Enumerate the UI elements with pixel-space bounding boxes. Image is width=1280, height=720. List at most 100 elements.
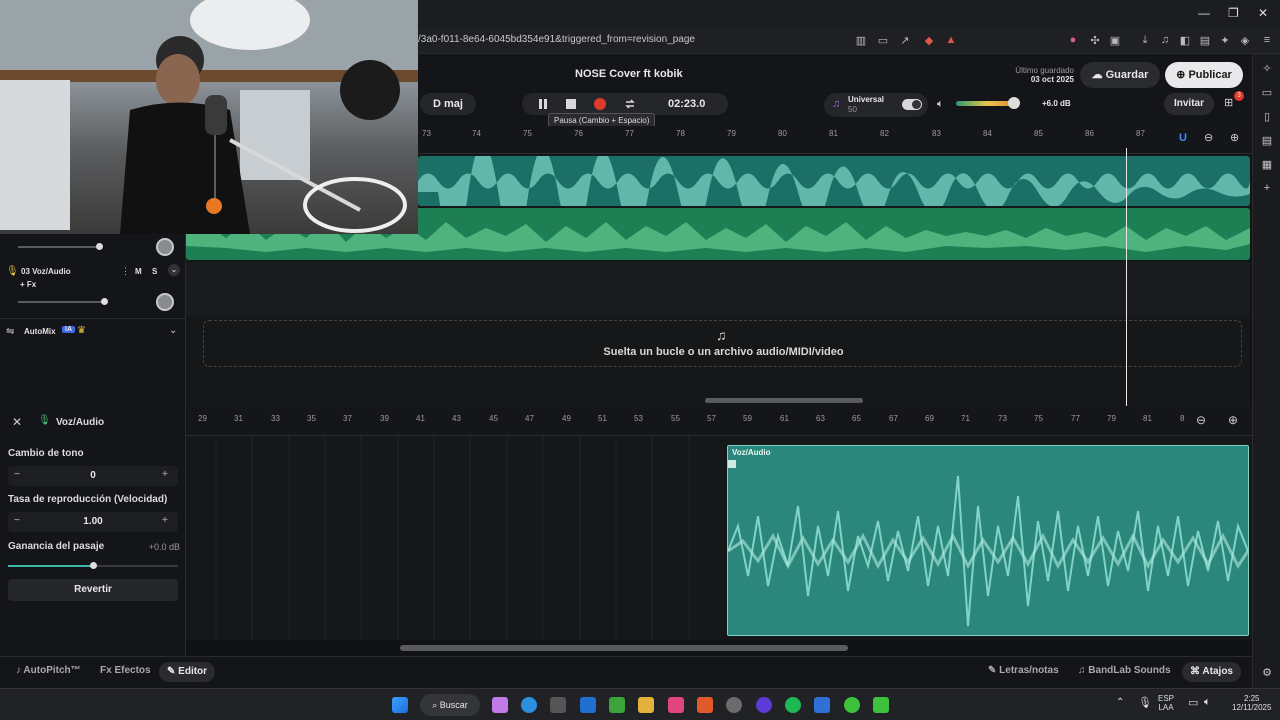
- leo-icon[interactable]: ✦: [1218, 34, 1232, 48]
- chrome-icon[interactable]: [726, 697, 742, 713]
- chevron-down-icon[interactable]: ⌄: [168, 264, 180, 276]
- plus-icon[interactable]: +: [162, 515, 168, 526]
- puzzle-icon[interactable]: ✣: [1088, 34, 1102, 48]
- magnet-icon[interactable]: U: [1179, 132, 1187, 144]
- brave-icon[interactable]: [697, 697, 713, 713]
- lyrics-tab[interactable]: ✎ Letras/notas: [988, 665, 1059, 676]
- playlist-icon[interactable]: ▤: [1260, 134, 1274, 148]
- widgets-icon[interactable]: [492, 697, 508, 713]
- chat-icon[interactable]: ▭: [1260, 86, 1274, 100]
- language-indicator[interactable]: ESP LAA: [1158, 694, 1174, 712]
- gain-slider[interactable]: [8, 562, 178, 569]
- close-window-icon[interactable]: ✕: [1258, 6, 1268, 20]
- solo-button[interactable]: S: [152, 267, 157, 276]
- settings-icon[interactable]: ⚙: [1260, 666, 1274, 680]
- timeline-scrollbar[interactable]: [705, 398, 863, 403]
- tray-chevron-icon[interactable]: ⌃: [1116, 697, 1124, 708]
- pitch-value[interactable]: 0: [8, 470, 178, 481]
- volume-slider-track2[interactable]: [18, 243, 103, 250]
- publish-button[interactable]: ⊕ Publicar: [1165, 62, 1243, 88]
- discord-like-icon[interactable]: [756, 697, 772, 713]
- zoom-out-icon[interactable]: ⊖: [1204, 131, 1213, 144]
- reading-list-icon[interactable]: ▦: [1260, 158, 1274, 172]
- record-icon[interactable]: [593, 97, 607, 111]
- gift-icon[interactable]: ⊞: [1224, 96, 1233, 109]
- extension-icon[interactable]: ●: [1066, 34, 1080, 48]
- maximize-icon[interactable]: ❐: [1228, 6, 1239, 20]
- universal-toggle[interactable]: [902, 99, 922, 110]
- master-volume-slider[interactable]: [956, 97, 1020, 109]
- rate-stepper[interactable]: − 1.00 +: [8, 512, 178, 532]
- address-bar[interactable]: /3a0-f011-8e64-6045bd354e91&triggered_fr…: [418, 28, 1280, 54]
- shortcuts-tab[interactable]: ⌘ Atajos: [1182, 662, 1241, 682]
- add-fx-button[interactable]: + Fx: [20, 280, 36, 289]
- taskbar-search[interactable]: ⌕ Buscar: [420, 694, 480, 716]
- sidebar-icon[interactable]: ◧: [1178, 34, 1192, 48]
- explorer-icon[interactable]: [638, 697, 654, 713]
- rate-value[interactable]: 1.00: [8, 516, 178, 527]
- share-icon[interactable]: ↗: [898, 34, 912, 48]
- edge-icon[interactable]: [521, 697, 537, 713]
- autopitch-tab[interactable]: ♪ AutoPitch™: [16, 665, 81, 676]
- menu-icon[interactable]: ≡: [1260, 34, 1274, 48]
- screen-icon[interactable]: ▭: [876, 34, 890, 48]
- expand-chevron-icon[interactable]: ⌄: [169, 325, 177, 336]
- brave-shield-icon[interactable]: ◆: [922, 34, 936, 48]
- xbox-app-icon[interactable]: [873, 697, 889, 713]
- pan-knob-track2[interactable]: [156, 238, 174, 256]
- editor-scrollbar[interactable]: [400, 645, 848, 651]
- drop-zone[interactable]: ♫ Suelta un bucle o un archivo audio/MID…: [203, 320, 1242, 367]
- key-selector[interactable]: D maj: [420, 93, 476, 115]
- loop-icon[interactable]: [623, 97, 637, 111]
- gain-handle[interactable]: [90, 562, 97, 569]
- pause-icon[interactable]: [536, 97, 550, 111]
- wallet-icon[interactable]: ▤: [1198, 34, 1212, 48]
- revert-button[interactable]: Revertir: [8, 579, 178, 601]
- game-icon[interactable]: [844, 697, 860, 713]
- volume-tray-icon[interactable]: 🔈︎: [1204, 696, 1211, 709]
- reader-icon[interactable]: ▥: [854, 34, 868, 48]
- tiktok-icon[interactable]: [668, 697, 684, 713]
- add-icon[interactable]: +: [1260, 182, 1274, 196]
- volume-slider-track3[interactable]: [18, 298, 108, 305]
- store-icon[interactable]: [550, 697, 566, 713]
- pan-knob-track3[interactable]: [156, 293, 174, 311]
- save-button[interactable]: ☁ Guardar: [1080, 62, 1160, 88]
- editor-ruler[interactable]: 29 31 33 35 37 39 41 43 45 47 49 51 53 5…: [186, 406, 1252, 436]
- network-icon[interactable]: ▭: [1188, 696, 1198, 709]
- more-icon[interactable]: ⋮: [121, 266, 130, 277]
- download-icon[interactable]: ⤓: [1138, 34, 1152, 48]
- outlook-icon[interactable]: [580, 697, 596, 713]
- tab-icon[interactable]: ▣: [1108, 34, 1122, 48]
- start-icon[interactable]: [392, 697, 408, 713]
- leo-sidebar-icon[interactable]: ✧: [1260, 62, 1274, 76]
- minimize-icon[interactable]: —: [1198, 6, 1210, 20]
- empty-lane-track3[interactable]: [186, 262, 1250, 316]
- editor-tab[interactable]: ✎ Editor: [159, 662, 216, 682]
- playhead[interactable]: [1126, 148, 1127, 406]
- invite-button[interactable]: Invitar: [1164, 93, 1214, 115]
- close-icon[interactable]: ✕: [12, 415, 22, 429]
- xbox-icon[interactable]: [609, 697, 625, 713]
- app-icon[interactable]: [814, 697, 830, 713]
- clock[interactable]: 2:25 12/11/2025: [1232, 694, 1271, 712]
- track-name[interactable]: 03 Voz/Audio: [21, 267, 71, 276]
- url-text[interactable]: /3a0-f011-8e64-6045bd354e91&triggered_fr…: [418, 34, 695, 45]
- project-title[interactable]: NOSE Cover ft kobik: [575, 68, 683, 80]
- audio-clip[interactable]: Voz/Audio: [727, 445, 1249, 636]
- bandlab-sounds-tab[interactable]: ♫ BandLab Sounds: [1078, 665, 1171, 676]
- volume-handle[interactable]: [1008, 97, 1020, 109]
- universal-mix-control[interactable]: ♫ Universal 50: [824, 93, 928, 117]
- speaker-icon[interactable]: 🔈︎: [937, 98, 944, 111]
- zoom-in-icon[interactable]: ⊕: [1230, 131, 1239, 144]
- bookmark-icon[interactable]: ▯: [1260, 110, 1274, 124]
- pitch-stepper[interactable]: − 0 +: [8, 466, 178, 486]
- plus-icon[interactable]: +: [162, 469, 168, 480]
- music-icon[interactable]: ♫: [1158, 34, 1172, 48]
- vpn-icon[interactable]: ◈: [1238, 34, 1252, 48]
- mute-button[interactable]: M: [135, 267, 142, 276]
- rewards-icon[interactable]: ▲: [944, 34, 958, 48]
- zoom-in-icon[interactable]: ⊕: [1228, 413, 1238, 427]
- automix-label[interactable]: AutoMix: [24, 327, 56, 336]
- effects-tab[interactable]: Fx Efectos: [100, 665, 151, 676]
